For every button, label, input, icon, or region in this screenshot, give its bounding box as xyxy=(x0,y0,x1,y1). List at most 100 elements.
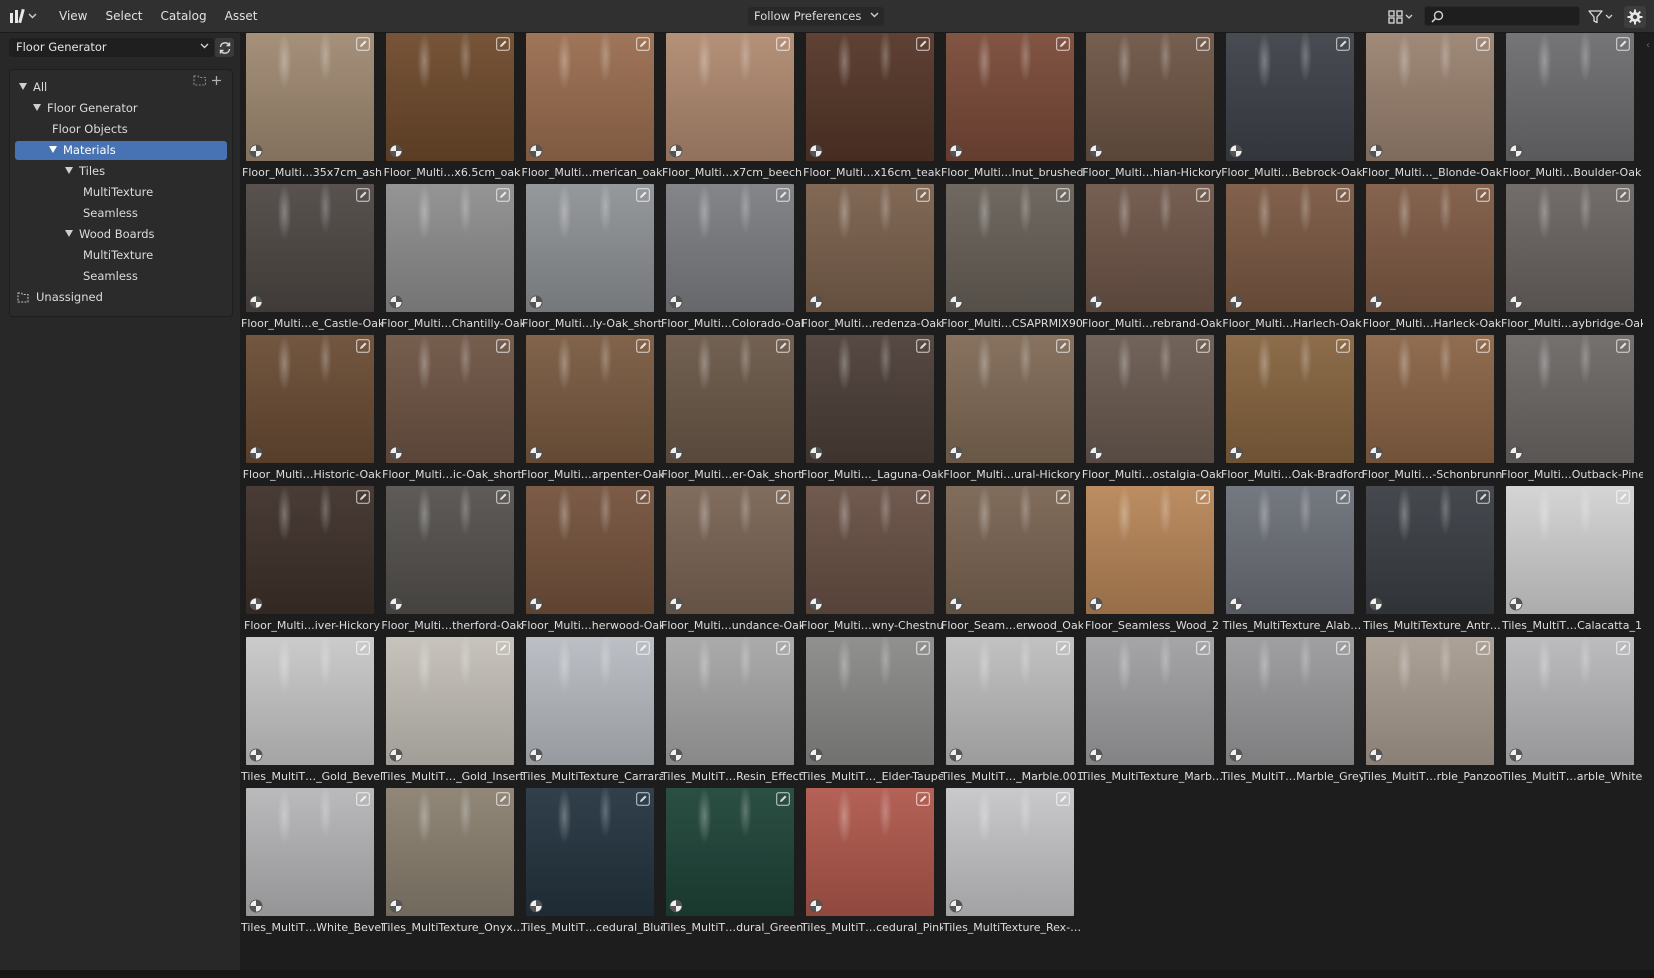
asset-tile[interactable]: Floor_Multi…35x7cm_ash xyxy=(241,33,382,183)
catalog-item-unassigned[interactable]: Unassigned xyxy=(15,288,227,307)
asset-tile[interactable]: Tiles_MultiT…cedural_Blue xyxy=(521,788,663,938)
asset-thumbnail[interactable] xyxy=(526,486,654,614)
asset-thumbnail[interactable] xyxy=(666,788,794,916)
asset-thumbnail[interactable] xyxy=(1226,335,1354,463)
asset-tile[interactable]: Floor_Multi…ostalgia-Oak xyxy=(1081,335,1222,485)
asset-tile[interactable]: Tiles_MultiTexture_Carrara xyxy=(521,637,663,787)
asset-thumbnail[interactable] xyxy=(1366,335,1494,463)
edit-asset-icon[interactable] xyxy=(1616,641,1630,655)
asset-tile[interactable]: Tiles_MultiTexture_Antr… xyxy=(1361,486,1501,636)
edit-asset-icon[interactable] xyxy=(916,792,930,806)
asset-thumbnail[interactable] xyxy=(1506,33,1634,161)
expand-triangle-icon[interactable] xyxy=(65,230,73,237)
asset-tile[interactable]: Floor_Multi…redenza-Oak xyxy=(801,184,943,334)
asset-thumbnail[interactable] xyxy=(1366,486,1494,614)
asset-tile[interactable]: Tiles_MultiT…_Elder-Taupe xyxy=(801,637,943,787)
asset-thumbnail[interactable] xyxy=(526,637,654,765)
asset-tile[interactable]: Floor_Multi…x6.5cm_oak xyxy=(381,33,520,183)
asset-thumbnail[interactable] xyxy=(946,486,1074,614)
asset-thumbnail[interactable] xyxy=(666,637,794,765)
edit-asset-icon[interactable] xyxy=(1196,641,1210,655)
edit-asset-icon[interactable] xyxy=(636,339,650,353)
asset-thumbnail[interactable] xyxy=(246,788,374,916)
asset-tile[interactable]: Floor_Multi…Bebrock-Oak xyxy=(1221,33,1363,183)
asset-tile[interactable]: Floor_Multi…x16cm_teak xyxy=(801,33,941,183)
asset-thumbnail[interactable] xyxy=(246,33,374,161)
asset-thumbnail[interactable] xyxy=(1366,637,1494,765)
asset-thumbnail[interactable] xyxy=(1506,335,1634,463)
asset-thumbnail[interactable] xyxy=(806,33,934,161)
asset-tile[interactable]: Floor_Seamless_Wood_2 xyxy=(1081,486,1219,636)
edit-asset-icon[interactable] xyxy=(1196,37,1210,51)
edit-asset-icon[interactable] xyxy=(916,339,930,353)
asset-tile[interactable]: Floor_Multi…Boulder-Oak xyxy=(1501,33,1641,183)
asset-thumbnail[interactable] xyxy=(246,486,374,614)
asset-tile[interactable]: Floor_Multi…Chantilly-Oak xyxy=(381,184,523,334)
expand-triangle-icon[interactable] xyxy=(19,83,27,90)
asset-thumbnail[interactable] xyxy=(386,335,514,463)
asset-tile[interactable]: Floor_Multi…aybridge-Oak xyxy=(1501,184,1643,334)
edit-asset-icon[interactable] xyxy=(356,490,370,504)
asset-tile[interactable]: Tiles_MultiT…_Marble.001 xyxy=(941,637,1083,787)
edit-asset-icon[interactable] xyxy=(496,339,510,353)
edit-asset-icon[interactable] xyxy=(1476,188,1490,202)
asset-thumbnail[interactable] xyxy=(386,33,514,161)
expand-triangle-icon[interactable] xyxy=(33,104,41,111)
filter-button[interactable] xyxy=(1588,8,1616,25)
asset-thumbnail[interactable] xyxy=(1086,637,1214,765)
edit-asset-icon[interactable] xyxy=(1336,641,1350,655)
edit-asset-icon[interactable] xyxy=(1616,37,1630,51)
edit-asset-icon[interactable] xyxy=(1616,188,1630,202)
edit-asset-icon[interactable] xyxy=(916,490,930,504)
catalog-item-materials[interactable]: Materials xyxy=(15,141,227,160)
edit-asset-icon[interactable] xyxy=(1336,188,1350,202)
edit-asset-icon[interactable] xyxy=(1336,339,1350,353)
catalog-item-wood-boards[interactable]: Wood Boards xyxy=(15,225,227,244)
asset-tile[interactable]: Tiles_MultiTexture_Marb… xyxy=(1081,637,1223,787)
asset-tile[interactable]: Floor_Seam…erwood_Oak xyxy=(941,486,1083,636)
edit-asset-icon[interactable] xyxy=(356,339,370,353)
catalog-item-wood-multitexture[interactable]: MultiTexture xyxy=(15,246,227,265)
asset-thumbnail[interactable] xyxy=(806,486,934,614)
catalog-item-floor-objects[interactable]: Floor Objects xyxy=(15,120,227,139)
asset-tile[interactable]: Tiles_MultiTexture_Onyx… xyxy=(381,788,523,938)
asset-tile[interactable]: Floor_Multi…Colorado-Oak xyxy=(661,184,803,334)
edit-asset-icon[interactable] xyxy=(776,188,790,202)
asset-thumbnail[interactable] xyxy=(386,486,514,614)
edit-asset-icon[interactable] xyxy=(636,641,650,655)
edit-asset-icon[interactable] xyxy=(916,641,930,655)
edit-asset-icon[interactable] xyxy=(636,37,650,51)
asset-thumbnail[interactable] xyxy=(1506,184,1634,312)
edit-asset-icon[interactable] xyxy=(636,188,650,202)
edit-asset-icon[interactable] xyxy=(356,37,370,51)
asset-tile[interactable]: Floor_Multi…Harleck-Oak xyxy=(1361,184,1501,334)
asset-thumbnail[interactable] xyxy=(666,486,794,614)
edit-asset-icon[interactable] xyxy=(1056,339,1070,353)
asset-thumbnail[interactable] xyxy=(246,335,374,463)
asset-thumbnail[interactable] xyxy=(246,637,374,765)
asset-tile[interactable]: Floor_Multi…ly-Oak_short xyxy=(521,184,662,334)
asset-thumbnail[interactable] xyxy=(1366,33,1494,161)
edit-asset-icon[interactable] xyxy=(1196,339,1210,353)
asset-thumbnail[interactable] xyxy=(806,335,934,463)
edit-asset-icon[interactable] xyxy=(496,490,510,504)
catalog-item-all[interactable]: All xyxy=(15,78,227,97)
edit-asset-icon[interactable] xyxy=(636,792,650,806)
expand-triangle-icon[interactable] xyxy=(65,167,73,174)
catalog-item-tiles-multitexture[interactable]: MultiTexture xyxy=(15,183,227,202)
asset-tile[interactable]: Tiles_MultiT…Calacatta_1 xyxy=(1501,486,1642,636)
asset-tile[interactable]: Floor_Multi…ural-Hickory xyxy=(941,335,1081,485)
asset-tile[interactable]: Floor_Multi…Harlech-Oak xyxy=(1221,184,1362,334)
options-button[interactable] xyxy=(1624,6,1646,28)
asset-tile[interactable]: Floor_Multi…rebrand-Oak xyxy=(1081,184,1222,334)
asset-thumbnail[interactable] xyxy=(1506,637,1634,765)
edit-asset-icon[interactable] xyxy=(1056,641,1070,655)
asset-tile[interactable]: Floor_Multi…x7cm_beech xyxy=(661,33,802,183)
edit-asset-icon[interactable] xyxy=(1056,792,1070,806)
asset-tile[interactable]: Tiles_MultiT…arble_White xyxy=(1501,637,1642,787)
asset-thumbnail[interactable] xyxy=(386,788,514,916)
asset-thumbnail[interactable] xyxy=(526,33,654,161)
edit-asset-icon[interactable] xyxy=(776,37,790,51)
asset-thumbnail[interactable] xyxy=(1366,184,1494,312)
menu-view[interactable]: View xyxy=(50,0,96,32)
